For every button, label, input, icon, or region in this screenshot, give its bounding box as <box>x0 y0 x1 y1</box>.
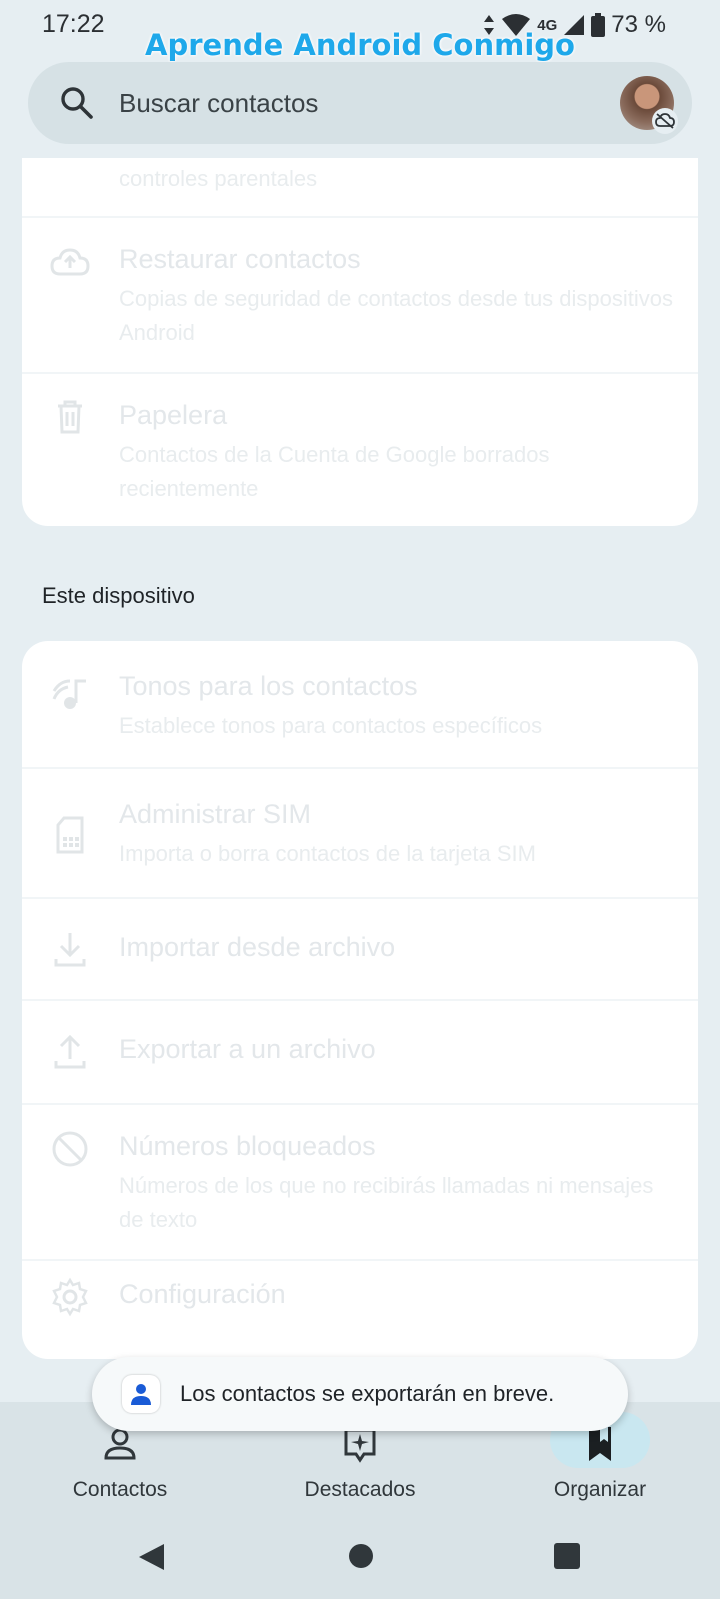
sim-card-icon <box>56 816 84 854</box>
list-item-title: Administrar SIM <box>119 799 312 829</box>
nav-label: Organizar <box>553 1478 647 1501</box>
account-avatar[interactable] <box>620 76 678 134</box>
list-item-ringtones[interactable]: Tonos para los contactos Establece tonos… <box>22 641 698 767</box>
home-icon[interactable] <box>347 1542 375 1570</box>
list-item-title: Configuración <box>119 1279 286 1309</box>
list-item-title: Tonos para los contactos <box>119 671 418 701</box>
recents-icon[interactable] <box>553 1542 581 1570</box>
list-item-title: Restaurar contactos <box>119 244 361 274</box>
section-header-device: Este dispositivo <box>42 583 195 608</box>
system-navigation-bar <box>0 1520 720 1599</box>
list-item-trash[interactable]: Papelera Contactos de la Cuenta de Googl… <box>22 374 698 522</box>
list-item-title: Exportar a un archivo <box>119 1034 376 1064</box>
nav-label: Contactos <box>72 1478 168 1501</box>
cloud-restore-icon <box>50 248 90 276</box>
list-item-blocked-numbers[interactable]: Números bloqueados Números de los que no… <box>22 1105 698 1259</box>
list-item-subtitle: Establece tonos para contactos específic… <box>119 713 543 738</box>
list-item-title: Importar desde archivo <box>119 932 396 962</box>
search-icon <box>61 87 93 119</box>
nav-label: Destacados <box>304 1478 416 1501</box>
download-icon <box>54 933 86 967</box>
list-item-subtitle: Números de los que no recibirás llamadas… <box>119 1173 654 1232</box>
list-item-title: Números bloqueados <box>119 1131 376 1161</box>
back-icon[interactable] <box>136 1542 166 1572</box>
list-item-title: Papelera <box>119 400 228 430</box>
search-placeholder: Buscar contactos <box>119 88 319 118</box>
watermark-text: Aprende Android Conmigo <box>145 28 575 62</box>
list-item-import-file[interactable]: Importar desde archivo <box>22 899 698 999</box>
snackbar: Los contactos se exportarán en breve. <box>92 1357 628 1431</box>
list-item-export-file[interactable]: Exportar a un archivo <box>22 1001 698 1103</box>
gear-icon <box>52 1277 88 1317</box>
list-item-manage-sim[interactable]: Administrar SIM Importa o borra contacto… <box>22 769 698 897</box>
list-item-subtitle: Importa o borra contactos de la tarjeta … <box>119 841 536 866</box>
upload-icon <box>54 1034 86 1069</box>
list-item-subtitle: controles parentales <box>119 166 318 191</box>
list-item-restore-contacts[interactable]: Restaurar contactos Copias de seguridad … <box>22 218 698 372</box>
list-item-settings[interactable]: Configuración <box>22 1261 698 1341</box>
list-item-subtitle: Contactos de la Cuenta de Google borrado… <box>119 442 550 501</box>
contacts-app-icon <box>122 1375 160 1413</box>
trash-icon <box>58 400 82 434</box>
snackbar-message: Los contactos se exportarán en breve. <box>180 1381 555 1406</box>
list-item-subtitle: Copias de seguridad de contactos desde t… <box>119 286 674 345</box>
block-icon <box>52 1131 88 1167</box>
search-bar[interactable]: Buscar contactos <box>28 62 692 144</box>
ringtone-icon <box>52 679 86 709</box>
cloud-off-icon <box>652 108 678 134</box>
list-item-parental-controls[interactable]: controles parentales <box>22 158 698 218</box>
